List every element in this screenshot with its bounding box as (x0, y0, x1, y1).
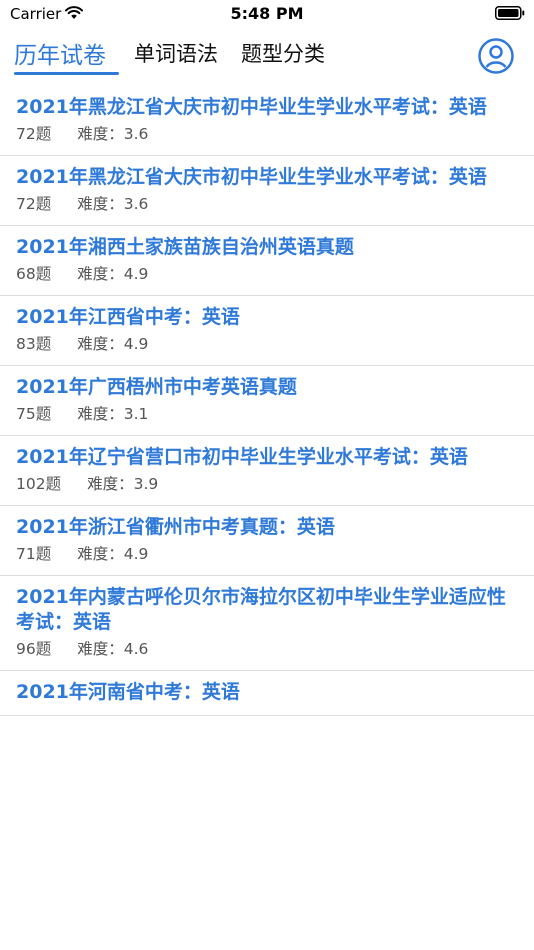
user-icon[interactable] (478, 38, 514, 74)
paper-meta: 96题 难度：4.6 (16, 638, 518, 660)
paper-title: 2021年黑龙江省大庆市初中毕业生学业水平考试：英语 (16, 166, 487, 188)
question-count: 102题 (16, 475, 62, 493)
question-count: 96题 (16, 640, 52, 658)
question-count: 72题 (16, 195, 52, 213)
question-count: 83题 (16, 335, 52, 353)
paper-title: 2021年河南省中考：英语 (16, 681, 240, 703)
question-count: 71题 (16, 545, 52, 563)
paper-title: 2021年黑龙江省大庆市初中毕业生学业水平考试：英语 (16, 96, 487, 118)
difficulty-label: 难度：4.9 (77, 545, 149, 563)
difficulty-label: 难度：3.1 (77, 405, 149, 423)
paper-list-item[interactable]: 2021年河南省中考：英语 (0, 671, 534, 716)
paper-title: 2021年江西省中考：英语 (16, 306, 240, 328)
difficulty-label: 难度：3.9 (87, 475, 159, 493)
paper-list-item[interactable]: 2021年江西省中考：英语 83题 难度：4.9 (0, 296, 534, 366)
paper-list-item[interactable]: 2021年黑龙江省大庆市初中毕业生学业水平考试：英语 72题 难度：3.6 (0, 156, 534, 226)
paper-list-item[interactable]: 2021年湘西土家族苗族自治州英语真题 68题 难度：4.9 (0, 226, 534, 296)
status-bar: Carrier 5:48 PM (0, 0, 534, 30)
tab-past-papers[interactable]: 历年试卷 (14, 36, 106, 70)
paper-title: 2021年浙江省衢州市中考真题：英语 (16, 516, 335, 538)
tab-question-types[interactable]: 题型分类 (241, 38, 325, 68)
tab-bar: 历年试卷 单词语法 题型分类 (0, 36, 534, 76)
paper-title: 2021年湘西土家族苗族自治州英语真题 (16, 236, 354, 258)
status-time: 5:48 PM (230, 4, 304, 23)
paper-list: 2021年黑龙江省大庆市初中毕业生学业水平考试：英语 72题 难度：3.6 2021年… (0, 86, 534, 716)
paper-meta: 102题 难度：3.9 (16, 473, 518, 495)
question-count: 68题 (16, 265, 52, 283)
paper-meta: 68题 难度：4.9 (16, 263, 518, 285)
tab-vocabulary-grammar[interactable]: 单词语法 (134, 38, 218, 68)
battery-icon (495, 6, 525, 20)
paper-title: 2021年辽宁省营口市初中毕业生学业水平考试：英语 (16, 446, 468, 468)
paper-meta: 71题 难度：4.9 (16, 543, 518, 565)
difficulty-label: 难度：4.6 (77, 640, 149, 658)
question-count: 72题 (16, 125, 52, 143)
paper-list-item[interactable]: 2021年广西梧州市中考英语真题 75题 难度：3.1 (0, 366, 534, 436)
paper-meta: 83题 难度：4.9 (16, 333, 518, 355)
paper-title: 2021年广西梧州市中考英语真题 (16, 376, 297, 398)
difficulty-label: 难度：3.6 (77, 125, 149, 143)
difficulty-label: 难度：3.6 (77, 195, 149, 213)
difficulty-label: 难度：4.9 (77, 265, 149, 283)
paper-meta: 72题 难度：3.6 (16, 193, 518, 215)
paper-meta: 72题 难度：3.6 (16, 123, 518, 145)
screen: Carrier 5:48 PM 历年试卷 单词语法 题型分类 2021年黑龙江省… (0, 0, 534, 950)
paper-list-item[interactable]: 2021年内蒙古呼伦贝尔市海拉尔区初中毕业生学业适应性考试：英语 96题 难度：4.… (0, 576, 534, 671)
paper-meta: 75题 难度：3.1 (16, 403, 518, 425)
difficulty-label: 难度：4.9 (77, 335, 149, 353)
question-count: 75题 (16, 405, 52, 423)
active-tab-indicator (14, 72, 119, 75)
paper-title: 2021年内蒙古呼伦贝尔市海拉尔区初中毕业生学业适应性考试：英语 (16, 586, 506, 633)
paper-list-item[interactable]: 2021年浙江省衢州市中考真题：英语 71题 难度：4.9 (0, 506, 534, 576)
paper-list-item[interactable]: 2021年黑龙江省大庆市初中毕业生学业水平考试：英语 72题 难度：3.6 (0, 86, 534, 156)
paper-list-item[interactable]: 2021年辽宁省营口市初中毕业生学业水平考试：英语 102题 难度：3.9 (0, 436, 534, 506)
